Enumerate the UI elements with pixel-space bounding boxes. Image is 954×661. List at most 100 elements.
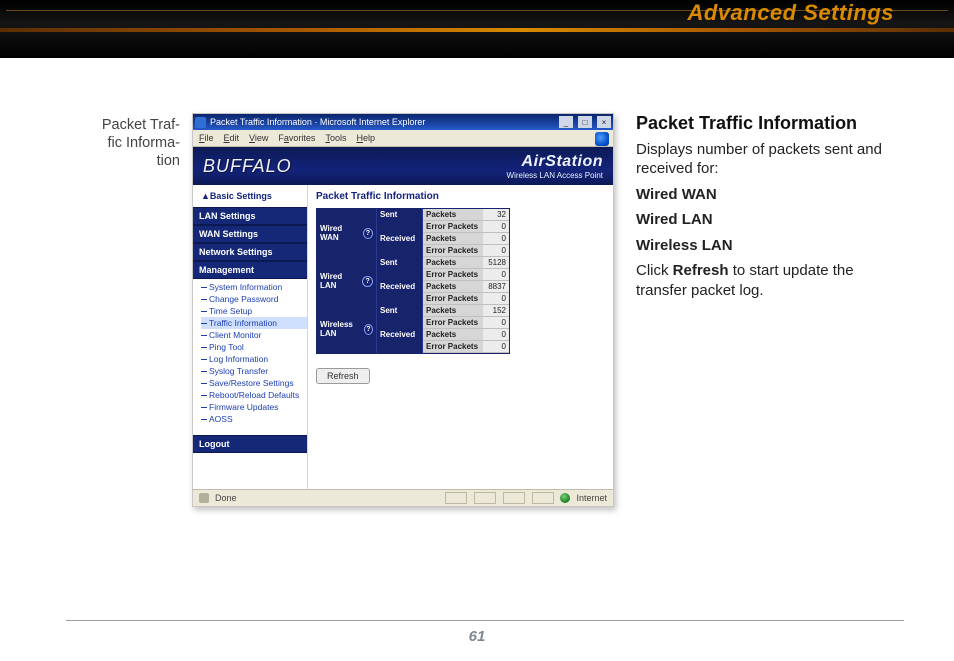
wlan-sent-pk-label: Packets: [423, 257, 483, 269]
basic-settings-link[interactable]: ▲Basic Settings: [193, 185, 307, 207]
ie-throbber-icon: [595, 132, 609, 146]
page-number: 61: [0, 628, 954, 645]
refresh-button[interactable]: Refresh: [316, 368, 370, 384]
wlss-sent-pk-value: 152: [483, 305, 509, 317]
nav-item-aoss[interactable]: AOSS: [201, 413, 307, 425]
nav-item-firmware-updates[interactable]: Firmware Updates: [201, 401, 307, 413]
window-titlebar: Packet Traffic Information · Microsoft I…: [193, 114, 613, 130]
wlss-recv-label: Received: [377, 329, 423, 353]
description-refresh: Click Refresh to start update the transf…: [636, 261, 894, 300]
nav-section-management[interactable]: Management: [193, 261, 307, 279]
panel-title: Packet Traffic Information: [316, 191, 605, 202]
wwan-recv-er-value: 0: [483, 245, 509, 257]
nav-section-wan[interactable]: WAN Settings: [193, 225, 307, 243]
wlan-recv-label: Received: [377, 281, 423, 305]
iface-wireless-lan: Wireless LAN?: [317, 305, 377, 353]
menu-edit[interactable]: Edit: [224, 133, 240, 143]
nav-item-system-information[interactable]: System Information: [201, 281, 307, 293]
wlss-sent-pk-label: Packets: [423, 305, 483, 317]
browser-menubar: File Edit View Favorites Tools Help: [193, 130, 613, 147]
status-segment: [503, 492, 525, 504]
nav-item-save-restore[interactable]: Save/Restore Settings: [201, 377, 307, 389]
nav-item-traffic-information[interactable]: Traffic Information: [201, 317, 307, 329]
iface-wired-wan: Wired WAN?: [317, 209, 377, 257]
page-section-title: Advanced Settings: [687, 0, 894, 26]
help-icon[interactable]: ?: [363, 228, 373, 239]
airstation-brand: AirStation Wireless LAN Access Point: [507, 153, 603, 180]
nav-item-ping-tool[interactable]: Ping Tool: [201, 341, 307, 353]
help-icon[interactable]: ?: [364, 324, 373, 335]
logout-button[interactable]: Logout: [193, 435, 307, 453]
wlss-recv-pk-value: 0: [483, 329, 509, 341]
nav-section-lan[interactable]: LAN Settings: [193, 207, 307, 225]
security-zone-label: Internet: [576, 493, 607, 503]
window-minimize-button[interactable]: _: [559, 116, 573, 128]
footer-rule: [66, 620, 904, 621]
wlss-sent-er-label: Error Packets: [423, 317, 483, 329]
wlss-sent-label: Sent: [377, 305, 423, 329]
status-segment: [445, 492, 467, 504]
wlss-recv-er-label: Error Packets: [423, 341, 483, 353]
wlan-sent-pk-value: 5128: [483, 257, 509, 269]
nav-item-client-monitor[interactable]: Client Monitor: [201, 329, 307, 341]
bullet-wireless-lan: Wireless LAN: [636, 236, 894, 256]
wlan-sent-label: Sent: [377, 257, 423, 281]
wlss-recv-pk-label: Packets: [423, 329, 483, 341]
wlan-recv-er-value: 0: [483, 293, 509, 305]
nav-item-log-information[interactable]: Log Information: [201, 353, 307, 365]
wwan-recv-label: Received: [377, 233, 423, 257]
nav-item-syslog-transfer[interactable]: Syslog Transfer: [201, 365, 307, 377]
wwan-sent-er-label: Error Packets: [423, 221, 483, 233]
menu-favorites[interactable]: Favorites: [278, 133, 315, 143]
window-title: Packet Traffic Information · Microsoft I…: [210, 117, 425, 127]
wwan-sent-pk-value: 32: [483, 209, 509, 221]
nav-item-time-setup[interactable]: Time Setup: [201, 305, 307, 317]
menu-help[interactable]: Help: [356, 133, 375, 143]
nav-section-network[interactable]: Network Settings: [193, 243, 307, 261]
description-column: Packet Traffic Information Displays numb…: [636, 113, 894, 306]
menu-file[interactable]: File: [199, 133, 214, 143]
wlan-recv-er-label: Error Packets: [423, 293, 483, 305]
internet-zone-icon: [560, 493, 570, 503]
browser-screenshot: Packet Traffic Information · Microsoft I…: [192, 113, 614, 507]
wlss-recv-er-value: 0: [483, 341, 509, 353]
wlan-recv-pk-label: Packets: [423, 281, 483, 293]
brand-name: AirStation: [507, 153, 603, 171]
nav-items-list: System Information Change Password Time …: [193, 279, 307, 429]
wwan-sent-label: Sent: [377, 209, 423, 233]
buffalo-logo: BUFFALO: [203, 156, 292, 177]
menu-view[interactable]: View: [249, 133, 268, 143]
app-header: BUFFALO AirStation Wireless LAN Access P…: [193, 147, 613, 185]
description-heading: Packet Traffic Information: [636, 113, 894, 134]
wwan-sent-pk-label: Packets: [423, 209, 483, 221]
app-content: ▲Basic Settings LAN Settings WAN Setting…: [193, 185, 613, 491]
wlan-recv-pk-value: 8837: [483, 281, 509, 293]
doc-header-banner: Advanced Settings: [0, 0, 954, 58]
nav-item-reboot[interactable]: Reboot/Reload Defaults: [201, 389, 307, 401]
bullet-wired-lan: Wired LAN: [636, 210, 894, 230]
nav-item-change-password[interactable]: Change Password: [201, 293, 307, 305]
wwan-recv-pk-label: Packets: [423, 233, 483, 245]
main-panel: Packet Traffic Information Wired WAN? Se…: [308, 185, 613, 491]
wlss-sent-er-value: 0: [483, 317, 509, 329]
ie-app-icon: [195, 117, 206, 128]
menu-tools[interactable]: Tools: [325, 133, 346, 143]
wwan-recv-pk-value: 0: [483, 233, 509, 245]
window-close-button[interactable]: ×: [597, 116, 611, 128]
iface-wired-lan: Wired LAN?: [317, 257, 377, 305]
status-segment: [532, 492, 554, 504]
wlan-sent-er-value: 0: [483, 269, 509, 281]
description-intro: Displays number of packets sent and rece…: [636, 140, 894, 179]
doc-body: Packet Traf-fic Informa-tion Packet Traf…: [0, 58, 954, 661]
traffic-table: Wired WAN? Sent Packets 32 Error Packets…: [316, 208, 510, 354]
wwan-recv-er-label: Error Packets: [423, 245, 483, 257]
status-segment: [474, 492, 496, 504]
status-text: Done: [215, 493, 237, 503]
window-maximize-button[interactable]: □: [578, 116, 592, 128]
wwan-sent-er-value: 0: [483, 221, 509, 233]
browser-statusbar: Done Internet: [193, 489, 613, 506]
margin-caption: Packet Traf-fic Informa-tion: [70, 116, 180, 170]
bullet-wired-wan: Wired WAN: [636, 185, 894, 205]
help-icon[interactable]: ?: [362, 276, 373, 287]
status-done-icon: [199, 493, 209, 503]
